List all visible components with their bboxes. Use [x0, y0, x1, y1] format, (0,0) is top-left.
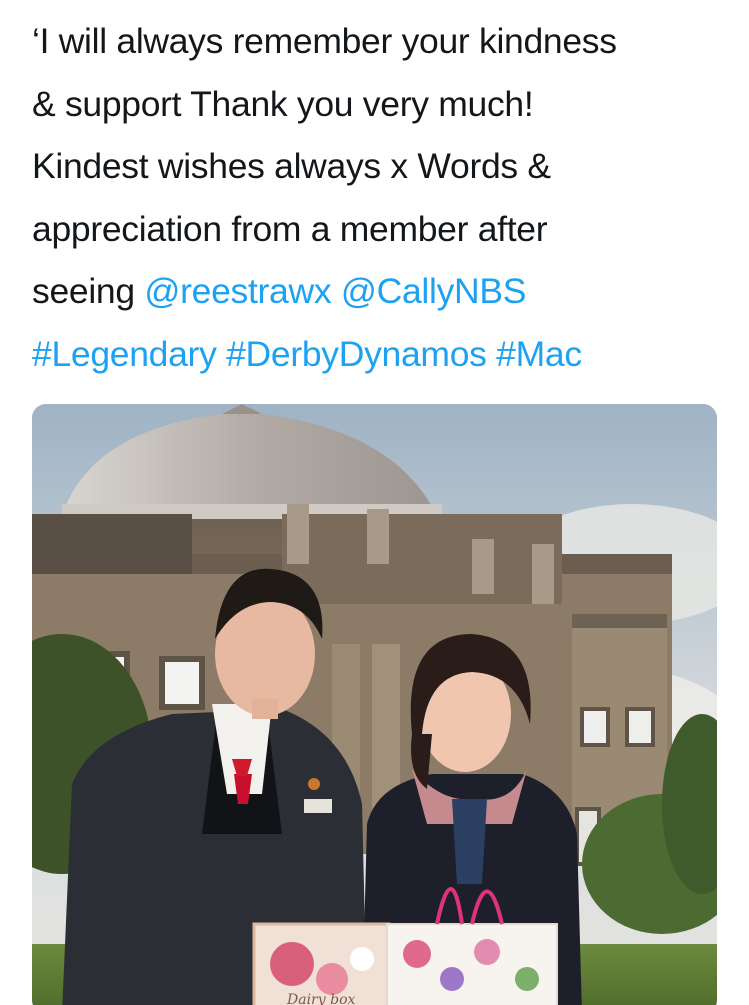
tweet-line: Kindest wishes always x Words &: [32, 146, 551, 186]
tweet-screen: ‘I will always remember your kindness & …: [0, 0, 749, 1005]
tweet-line: ‘I will always remember your kindness: [32, 21, 617, 61]
tweet-line-text: seeing: [32, 271, 145, 311]
hashtag-link-legendary[interactable]: #Legendary: [32, 334, 217, 374]
mention-link-callynbs[interactable]: @CallyNBS: [341, 271, 527, 311]
tweet-line: & support Thank you very much!: [32, 83, 534, 124]
mention-link-reestrawx[interactable]: @reestrawx: [144, 271, 331, 311]
tweet-line: #Legendary #DerbyDynamos #Mac: [32, 323, 732, 386]
tweet-line: seeing @reestrawx @CallyNBS: [32, 260, 732, 323]
tweet-photo[interactable]: Dairy box: [32, 404, 717, 1005]
hashtag-link-derbydynamos[interactable]: #DerbyDynamos: [226, 334, 487, 374]
tweet-line: appreciation from a member after: [32, 208, 548, 249]
tweet-text: ‘I will always remember your kindness & …: [32, 10, 732, 385]
chocolate-box: Dairy box: [252, 922, 391, 1005]
box-label: Dairy box: [286, 992, 355, 1005]
hashtag-link-mac[interactable]: #Mac: [496, 334, 582, 374]
photo-illustration: Dairy box: [32, 404, 717, 1005]
